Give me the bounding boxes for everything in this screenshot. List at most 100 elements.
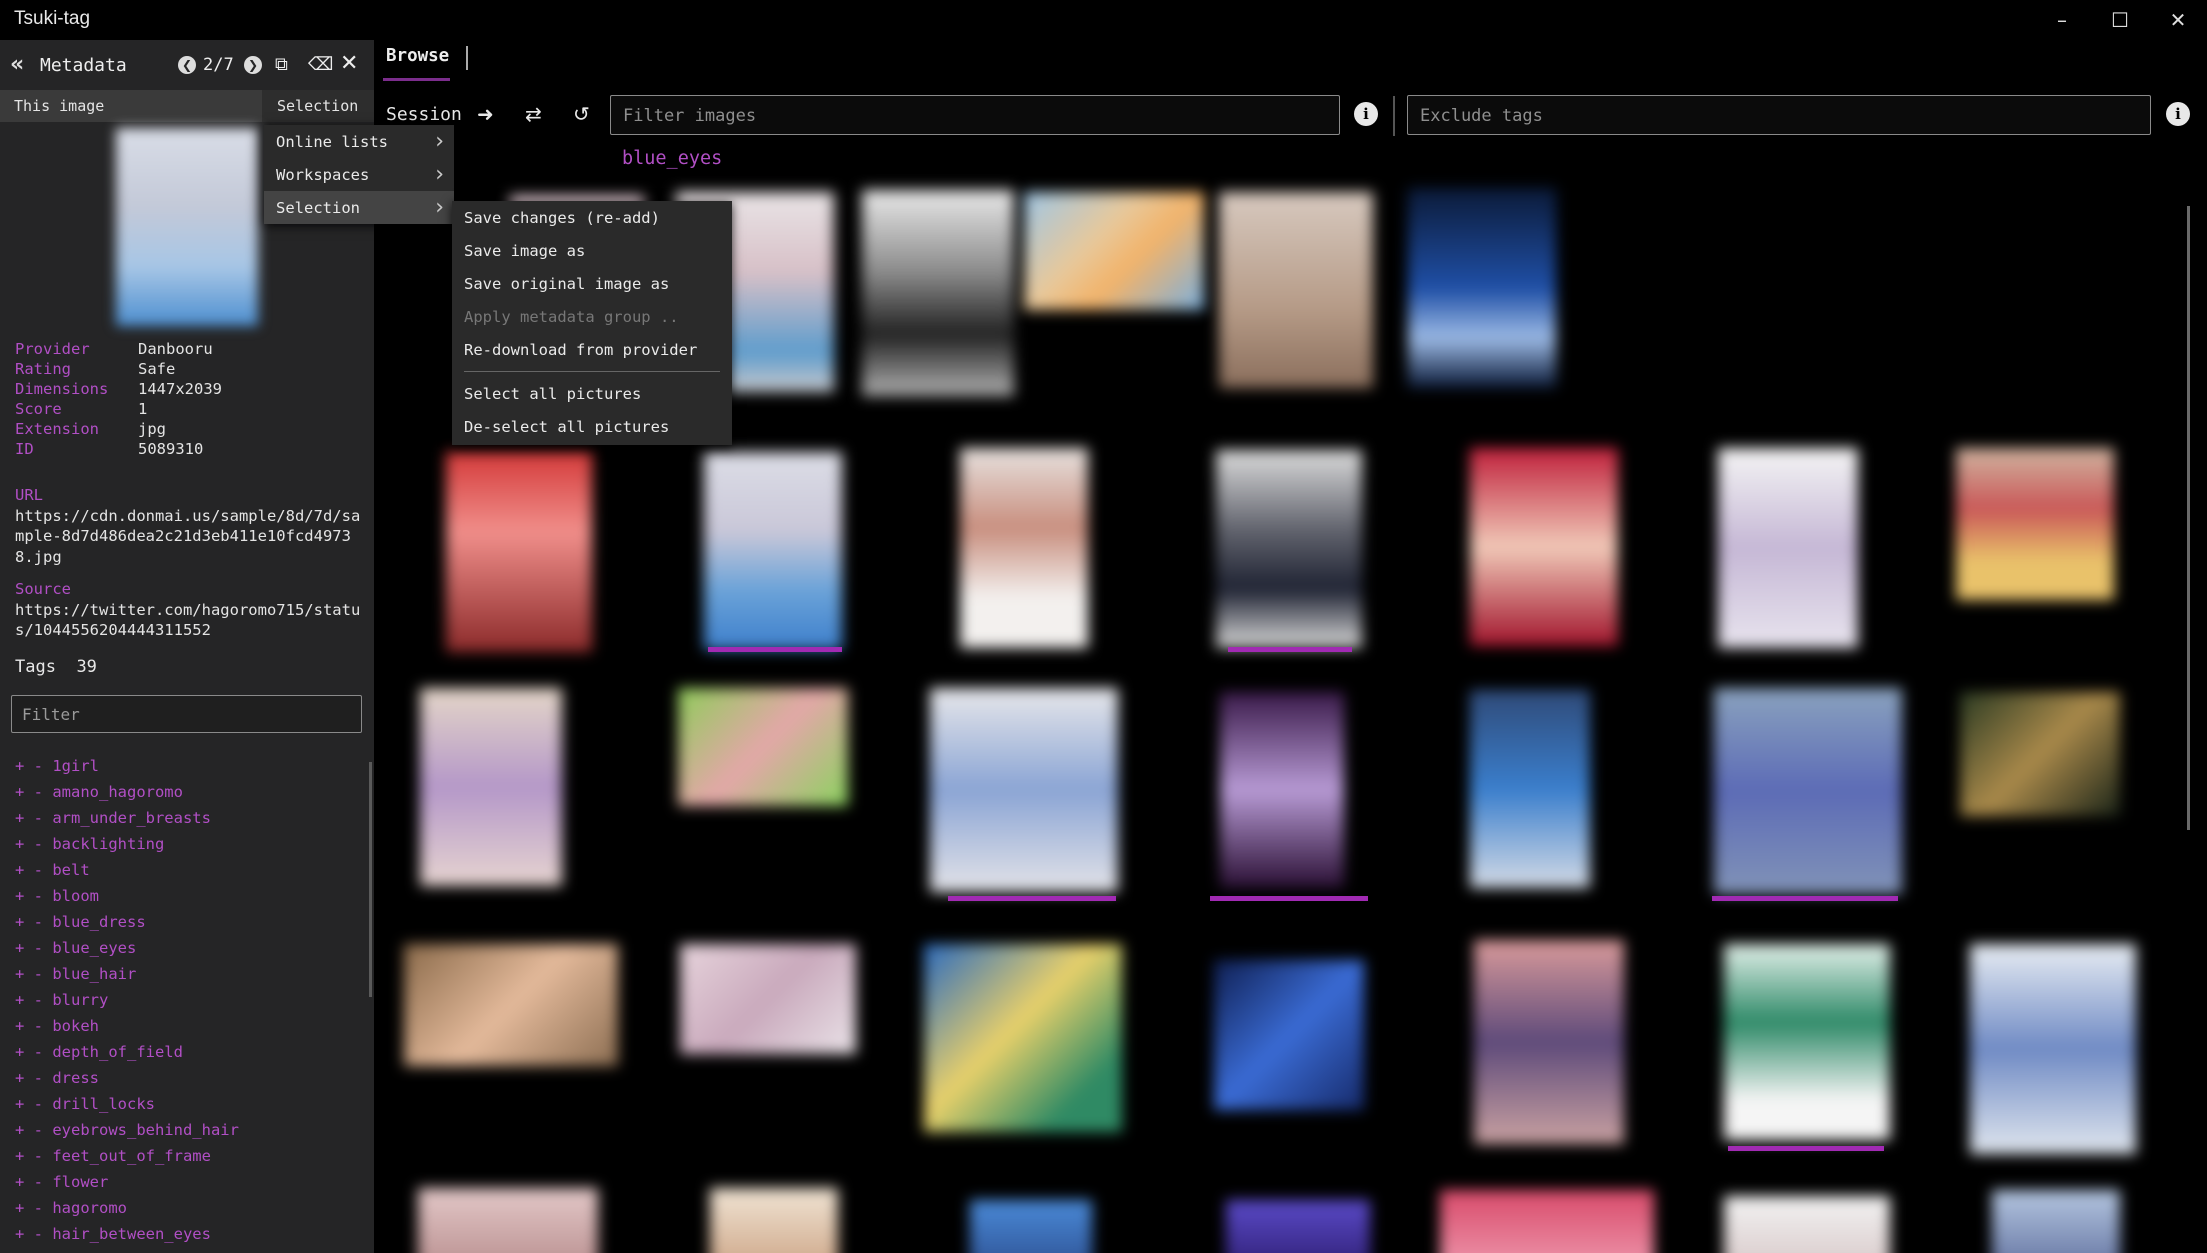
image-thumbnail[interactable] bbox=[678, 688, 848, 806]
menu-item-deselect-all[interactable]: De-select all pictures bbox=[452, 410, 732, 443]
tag-add-remove-controls[interactable]: + - bbox=[15, 783, 52, 801]
tag-filter-input[interactable]: Filter bbox=[11, 695, 362, 733]
image-thumbnail[interactable] bbox=[704, 452, 842, 650]
image-thumbnail[interactable] bbox=[1216, 450, 1362, 648]
exclude-info-icon[interactable]: i bbox=[2166, 102, 2190, 126]
collapse-sidebar-icon[interactable]: « bbox=[10, 52, 24, 77]
tag-add-remove-controls[interactable]: + - bbox=[15, 965, 52, 983]
image-thumbnail[interactable] bbox=[862, 190, 1014, 396]
tag-item[interactable]: + - hair_between_eyes bbox=[15, 1221, 239, 1247]
menu-item-re-download[interactable]: Re-download from provider bbox=[452, 333, 732, 366]
image-thumbnail[interactable] bbox=[1024, 192, 1204, 310]
tag-add-remove-controls[interactable]: + - bbox=[15, 1225, 52, 1243]
image-thumbnail[interactable] bbox=[710, 1188, 838, 1253]
tag-item[interactable]: + - depth_of_field bbox=[15, 1039, 239, 1065]
shuffle-icon[interactable]: ⇄ bbox=[525, 102, 542, 126]
image-thumbnail[interactable] bbox=[1474, 940, 1624, 1144]
tag-add-remove-controls[interactable]: + - bbox=[15, 939, 52, 957]
tag-item[interactable]: + - flower bbox=[15, 1169, 239, 1195]
image-thumbnail[interactable] bbox=[1470, 690, 1590, 888]
tag-add-remove-controls[interactable]: + - bbox=[15, 1121, 52, 1139]
image-thumbnail[interactable] bbox=[1470, 448, 1618, 646]
tag-add-remove-controls[interactable]: + - bbox=[15, 991, 52, 1009]
image-thumbnail[interactable] bbox=[446, 452, 592, 652]
tag-item[interactable]: + - bokeh bbox=[15, 1013, 239, 1039]
sidebar-scrollbar[interactable] bbox=[369, 762, 372, 997]
tab-browse[interactable]: Browse bbox=[386, 46, 449, 66]
tag-item[interactable]: + - belt bbox=[15, 857, 239, 883]
tag-item[interactable]: + - hagoromo bbox=[15, 1195, 239, 1221]
tag-item[interactable]: + - 1girl bbox=[15, 753, 239, 779]
previous-image-icon[interactable]: ❮ bbox=[178, 54, 196, 74]
image-thumbnail[interactable] bbox=[1718, 448, 1858, 648]
image-thumbnail[interactable] bbox=[1724, 1196, 1890, 1253]
tag-item[interactable]: + - blue_hair bbox=[15, 961, 239, 987]
image-thumbnail[interactable] bbox=[1220, 692, 1344, 888]
tag-add-remove-controls[interactable]: + - bbox=[15, 913, 52, 931]
tag-item[interactable]: + - backlighting bbox=[15, 831, 239, 857]
menu-item-save-original-image-as[interactable]: Save original image as bbox=[452, 267, 732, 300]
grid-scrollbar[interactable] bbox=[2187, 206, 2190, 830]
refresh-icon[interactable]: ↺ bbox=[573, 102, 590, 126]
close-icon[interactable]: ✕ bbox=[2149, 0, 2207, 40]
url-value[interactable]: https://cdn.donmai.us/sample/8d/7d/sampl… bbox=[15, 506, 365, 568]
tag-add-remove-controls[interactable]: + - bbox=[15, 887, 52, 905]
eraser-icon[interactable]: ⌫ bbox=[308, 54, 333, 75]
tag-item[interactable]: + - bloom bbox=[15, 883, 239, 909]
next-image-icon[interactable]: ❯ bbox=[244, 54, 262, 74]
menu-item-workspaces[interactable]: Workspaces › bbox=[264, 158, 454, 191]
tag-add-remove-controls[interactable]: + - bbox=[15, 809, 52, 827]
tag-item[interactable]: + - amano_hagoromo bbox=[15, 779, 239, 805]
tag-item[interactable]: + - blue_dress bbox=[15, 909, 239, 935]
tag-item[interactable]: + - dress bbox=[15, 1065, 239, 1091]
copy-icon[interactable]: ⧉ bbox=[275, 54, 288, 75]
tag-add-remove-controls[interactable]: + - bbox=[15, 861, 52, 879]
tab-this-image[interactable]: This image bbox=[0, 90, 262, 122]
tag-add-remove-controls[interactable]: + - bbox=[15, 1147, 52, 1165]
maximize-icon[interactable]: ☐ bbox=[2091, 0, 2149, 40]
menu-item-selection[interactable]: Selection › bbox=[264, 191, 454, 224]
tag-add-remove-controls[interactable]: + - bbox=[15, 1017, 52, 1035]
tag-item[interactable]: + - feet_out_of_frame bbox=[15, 1143, 239, 1169]
image-thumbnail[interactable] bbox=[1226, 1200, 1370, 1253]
tag-add-remove-controls[interactable]: + - bbox=[15, 1095, 52, 1113]
image-thumbnail[interactable] bbox=[1970, 944, 2136, 1154]
image-thumbnail[interactable] bbox=[680, 944, 856, 1054]
tag-add-remove-controls[interactable]: + - bbox=[15, 1069, 52, 1087]
tag-add-remove-controls[interactable]: + - bbox=[15, 1043, 52, 1061]
tag-add-remove-controls[interactable]: + - bbox=[15, 1199, 52, 1217]
tab-selection[interactable]: Selection bbox=[262, 90, 374, 122]
image-thumbnail[interactable] bbox=[1440, 1190, 1654, 1253]
tag-item[interactable]: + - drill_locks bbox=[15, 1091, 239, 1117]
image-thumbnail[interactable] bbox=[420, 688, 562, 886]
image-thumbnail[interactable] bbox=[930, 688, 1118, 892]
image-thumbnail[interactable] bbox=[1214, 960, 1364, 1110]
tag-add-remove-controls[interactable]: + - bbox=[15, 757, 52, 775]
image-thumbnail[interactable] bbox=[1219, 192, 1373, 388]
menu-item-online-lists[interactable]: Online lists › bbox=[264, 125, 454, 158]
tag-item[interactable]: + - blurry bbox=[15, 987, 239, 1013]
arrow-right-icon[interactable]: ➜ bbox=[477, 102, 494, 126]
image-thumbnail[interactable] bbox=[1992, 1190, 2120, 1253]
exclude-tags-input[interactable]: Exclude tags bbox=[1407, 95, 2151, 135]
menu-item-select-all[interactable]: Select all pictures bbox=[452, 377, 732, 410]
image-thumbnail[interactable] bbox=[1408, 188, 1556, 388]
close-sidebar-icon[interactable]: ✕ bbox=[340, 51, 358, 76]
tag-add-remove-controls[interactable]: + - bbox=[15, 835, 52, 853]
image-thumbnail[interactable] bbox=[404, 944, 618, 1066]
filter-info-icon[interactable]: i bbox=[1354, 102, 1378, 126]
active-tag-chip[interactable]: blue_eyes bbox=[622, 148, 722, 169]
source-value[interactable]: https://twitter.com/hagoromo715/status/1… bbox=[15, 600, 365, 641]
image-thumbnail[interactable] bbox=[1724, 944, 1890, 1140]
image-thumbnail[interactable] bbox=[1960, 692, 2120, 816]
minimize-icon[interactable]: – bbox=[2033, 0, 2091, 40]
menu-item-save-changes[interactable]: Save changes (re-add) bbox=[452, 201, 732, 234]
image-thumbnail[interactable] bbox=[1956, 448, 2114, 600]
menu-item-save-image-as[interactable]: Save image as bbox=[452, 234, 732, 267]
tag-item[interactable]: + - eyebrows_behind_hair bbox=[15, 1117, 239, 1143]
image-thumbnail[interactable] bbox=[924, 944, 1122, 1132]
image-thumbnail[interactable] bbox=[960, 448, 1088, 648]
filter-images-input[interactable]: Filter images bbox=[610, 95, 1340, 135]
image-thumbnail[interactable] bbox=[418, 1188, 598, 1253]
tag-add-remove-controls[interactable]: + - bbox=[15, 1173, 52, 1191]
